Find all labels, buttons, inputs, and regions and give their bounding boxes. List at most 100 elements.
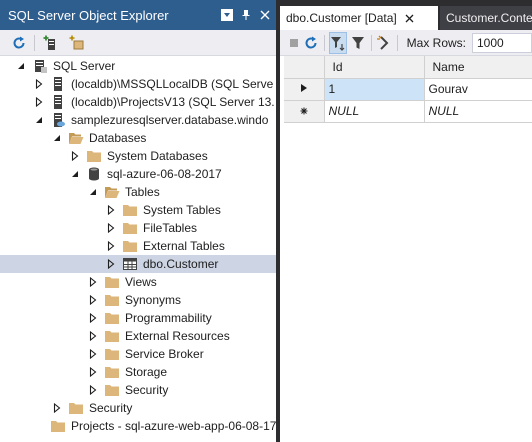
- grid-cell-name[interactable]: Gourav: [424, 78, 532, 101]
- folder-icon: [104, 364, 120, 380]
- tree-node[interactable]: (localdb)\ProjectsV13 (SQL Server 13.: [0, 93, 276, 111]
- tab-label: Customer.Conte: [446, 11, 532, 25]
- table-row[interactable]: 1 Gourav: [284, 78, 532, 101]
- tree-node-label: sql-azure-06-08-2017: [107, 167, 222, 181]
- folder-open-icon: [68, 130, 84, 146]
- expand-arrow-icon[interactable]: [88, 295, 98, 305]
- object-explorer-title-bar: SQL Server Object Explorer: [0, 0, 276, 30]
- grid-header-row: Id Name: [284, 56, 532, 79]
- table-row[interactable]: NULL NULL: [284, 100, 532, 123]
- tree-node-label: External Resources: [125, 329, 230, 343]
- expand-arrow-icon[interactable]: [52, 403, 62, 413]
- script-icon[interactable]: [376, 32, 392, 54]
- tree-node[interactable]: Programmability: [0, 309, 276, 327]
- grid-cell-id[interactable]: NULL: [324, 100, 425, 123]
- close-tab-icon[interactable]: [405, 14, 414, 23]
- expand-arrow-icon[interactable]: [106, 241, 116, 251]
- tree-node[interactable]: External Resources: [0, 327, 276, 345]
- folder-icon: [104, 346, 120, 362]
- current-row-icon[interactable]: [284, 78, 325, 101]
- database-icon: [86, 166, 102, 182]
- refresh-icon[interactable]: [303, 32, 319, 54]
- expand-arrow-icon[interactable]: [70, 151, 80, 161]
- refresh-icon[interactable]: [8, 32, 30, 54]
- grid-cell-name[interactable]: NULL: [424, 100, 532, 123]
- new-project-icon[interactable]: [66, 32, 88, 54]
- expand-arrow-icon[interactable]: [34, 79, 44, 89]
- expand-arrow-icon[interactable]: [106, 223, 116, 233]
- grid-cell-id[interactable]: 1: [324, 78, 425, 101]
- expand-arrow-icon[interactable]: [88, 385, 98, 395]
- tree-node[interactable]: Service Broker: [0, 345, 276, 363]
- expand-arrow-icon[interactable]: [88, 277, 98, 287]
- expand-arrow-icon[interactable]: [88, 367, 98, 377]
- stop-icon[interactable]: [288, 32, 300, 54]
- tree-node[interactable]: System Databases: [0, 147, 276, 165]
- tree-node[interactable]: Tables: [0, 183, 276, 201]
- tree-node[interactable]: External Tables: [0, 237, 276, 255]
- pin-icon[interactable]: [238, 7, 254, 23]
- object-explorer-title: SQL Server Object Explorer: [8, 7, 169, 23]
- tree-node[interactable]: Storage: [0, 363, 276, 381]
- tree-node-label: Views: [125, 275, 157, 289]
- collapse-arrow-icon[interactable]: [52, 133, 62, 143]
- tree-node[interactable]: Projects - sql-azure-web-app-06-08-17: [0, 417, 276, 435]
- collapse-arrow-icon[interactable]: [34, 115, 44, 125]
- collapse-arrow-icon[interactable]: [88, 187, 98, 197]
- tree-node[interactable]: (localdb)\MSSQLLocalDB (SQL Serve: [0, 75, 276, 93]
- sort-and-filter-icon[interactable]: [329, 31, 348, 54]
- corner-header[interactable]: [284, 56, 325, 79]
- tree-node-label: System Databases: [107, 149, 208, 163]
- tab-customer-content[interactable]: Customer.Conte: [440, 6, 532, 30]
- window-position-dropdown-icon[interactable]: [219, 7, 235, 23]
- tree-node[interactable]: dbo.Customer: [0, 255, 276, 273]
- tree-node[interactable]: Security: [0, 381, 276, 399]
- folder-icon: [122, 238, 138, 254]
- folder-icon: [50, 418, 66, 434]
- toolbar-separator: [34, 34, 35, 51]
- collapse-arrow-icon[interactable]: [70, 169, 80, 179]
- collapse-arrow-icon[interactable]: [16, 61, 26, 71]
- expand-arrow-icon[interactable]: [34, 97, 44, 107]
- filter-icon[interactable]: [350, 32, 366, 54]
- tree-node[interactable]: System Tables: [0, 201, 276, 219]
- tree-node-label: (localdb)\MSSQLLocalDB (SQL Serve: [71, 77, 274, 91]
- tree-node[interactable]: Views: [0, 273, 276, 291]
- tab-label: dbo.Customer [Data]: [286, 11, 397, 25]
- tree-node-label: samplezuresqlserver.database.windo: [71, 113, 269, 127]
- add-sql-server-icon[interactable]: [40, 32, 62, 54]
- tree-node[interactable]: samplezuresqlserver.database.windo: [0, 111, 276, 129]
- tree-node[interactable]: Synonyms: [0, 291, 276, 309]
- max-rows-input[interactable]: [472, 32, 532, 53]
- tree-node-label: (localdb)\ProjectsV13 (SQL Server 13.: [71, 95, 275, 109]
- tree-node-label: Security: [89, 401, 133, 415]
- folder-icon: [104, 310, 120, 326]
- new-row-icon[interactable]: [284, 100, 325, 123]
- expand-arrow-icon[interactable]: [88, 313, 98, 323]
- tree-node[interactable]: SQL Server: [0, 57, 276, 75]
- max-rows-label: Max Rows:: [406, 35, 466, 50]
- tree-node[interactable]: Security: [0, 399, 276, 417]
- expand-arrow-icon[interactable]: [88, 349, 98, 359]
- tree-node-label: Storage: [125, 365, 168, 379]
- tree-node-label: System Tables: [143, 203, 221, 217]
- expand-arrow-icon[interactable]: [88, 331, 98, 341]
- server-icon: [50, 94, 66, 110]
- column-header-id[interactable]: Id: [324, 56, 425, 79]
- object-explorer-tree: SQL Server (localdb)\MSSQLLocalDB (SQL Se…: [0, 56, 276, 442]
- tree-node-label: Synonyms: [125, 293, 182, 307]
- tree-node[interactable]: Databases: [0, 129, 276, 147]
- tree-node-label: External Tables: [143, 239, 225, 253]
- folder-icon: [104, 382, 120, 398]
- expand-arrow-icon[interactable]: [106, 205, 116, 215]
- tree-node-label: Projects - sql-azure-web-app-06-08-17: [71, 419, 276, 433]
- folder-icon: [68, 400, 84, 416]
- column-header-name[interactable]: Name: [424, 56, 532, 79]
- tree-node[interactable]: sql-azure-06-08-2017: [0, 165, 276, 183]
- tab-dbo-customer-data[interactable]: dbo.Customer [Data]: [280, 6, 438, 30]
- close-icon[interactable]: [257, 7, 273, 23]
- data-grid: Id Name 1 Gourav NULL NULL: [284, 56, 532, 123]
- expand-arrow-icon[interactable]: [106, 259, 116, 269]
- tree-node[interactable]: FileTables: [0, 219, 276, 237]
